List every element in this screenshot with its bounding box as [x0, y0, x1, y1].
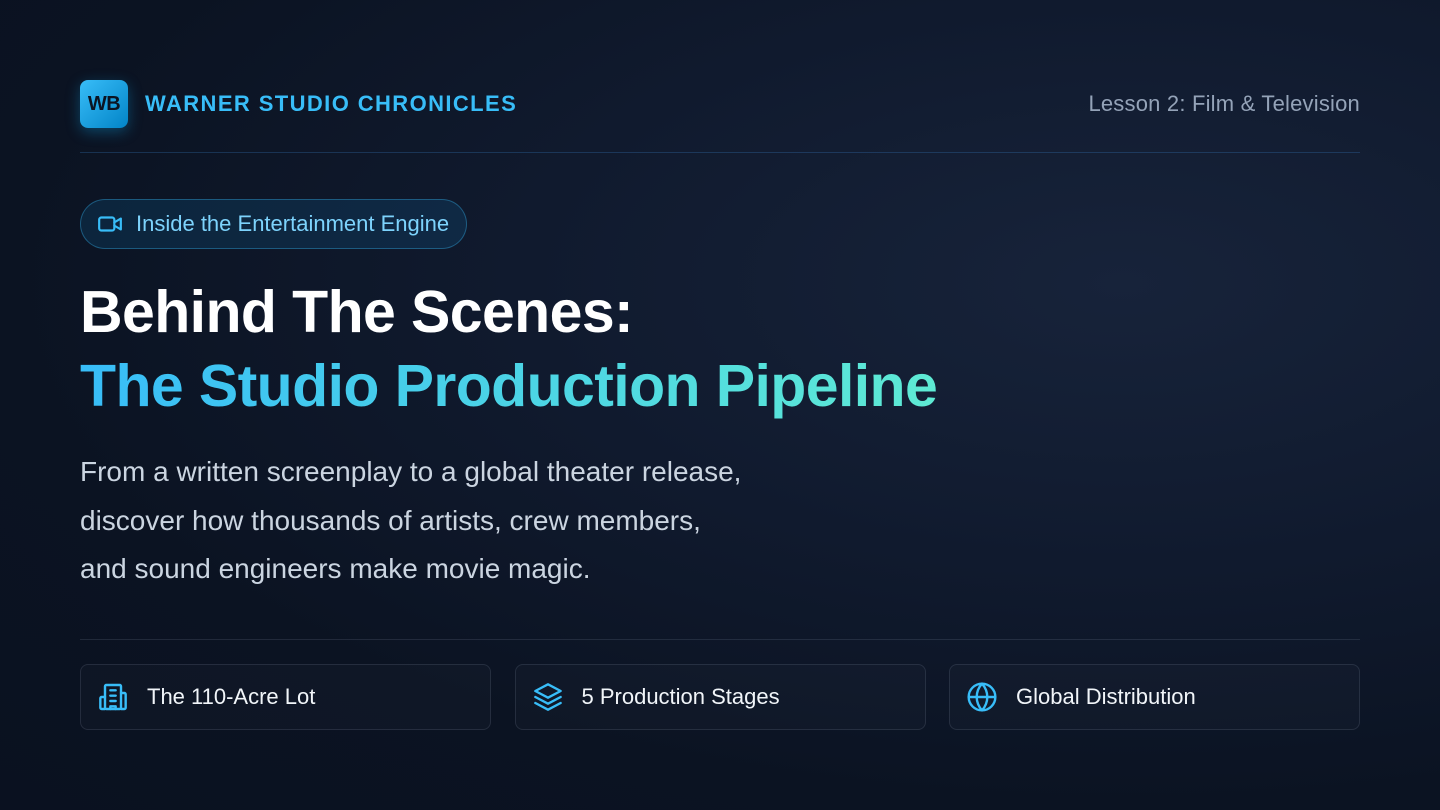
brand-name: WARNER STUDIO CHRONICLES	[145, 91, 518, 116]
cards-divider	[80, 639, 1360, 640]
section-pill: Inside the Entertainment Engine	[80, 199, 468, 249]
feature-card-label: The 110-Acre Lot	[147, 684, 316, 709]
feature-card-label: Global Distribution	[1016, 684, 1196, 709]
layers-icon	[532, 681, 564, 713]
slide: WB WARNER STUDIO CHRONICLES Lesson 2: Fi…	[80, 0, 1360, 810]
feature-card-label: 5 Production Stages	[581, 684, 780, 709]
title-line-2: The Studio Production Pipeline	[80, 353, 938, 419]
description-line: From a written screenplay to a global th…	[80, 456, 742, 487]
description-line: discover how thousands of artists, crew …	[80, 504, 701, 536]
description: From a written screenplay to a global th…	[80, 448, 900, 594]
logo: WB	[80, 80, 128, 128]
description-line: and sound engineers make movie magic.	[80, 553, 591, 584]
feature-card-distribution: Global Distribution	[949, 664, 1360, 730]
globe-icon	[966, 681, 998, 713]
header: WB WARNER STUDIO CHRONICLES Lesson 2: Fi…	[80, 80, 1360, 128]
brand: WB WARNER STUDIO CHRONICLES	[80, 80, 517, 128]
feature-cards: The 110-Acre Lot 5 Production Stages Glo…	[80, 664, 1360, 730]
pill-label: Inside the Entertainment Engine	[136, 211, 450, 236]
video-camera-icon	[97, 211, 123, 237]
title-line-1: Behind The Scenes:	[80, 279, 634, 345]
header-divider	[80, 152, 1360, 153]
building-icon	[97, 681, 129, 713]
feature-card-stages: 5 Production Stages	[514, 664, 926, 730]
lesson-label: Lesson 2: Film & Television	[1088, 91, 1360, 116]
feature-card-lot: The 110-Acre Lot	[80, 664, 491, 730]
